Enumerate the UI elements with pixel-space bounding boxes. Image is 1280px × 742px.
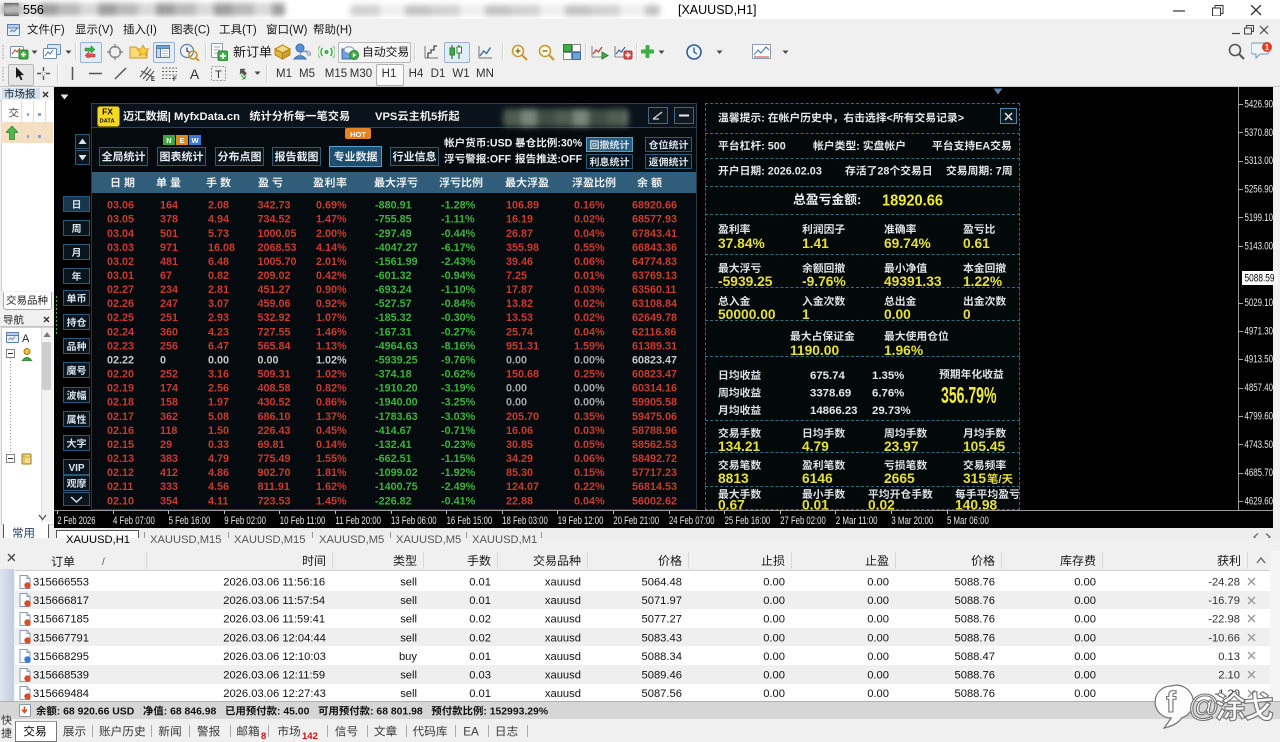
svg-text:E: E [151, 77, 155, 82]
svg-text:1: 1 [1265, 43, 1270, 52]
svg-text:F: F [173, 77, 177, 81]
svg-text:T: T [215, 69, 222, 81]
svg-text:A: A [190, 66, 200, 81]
